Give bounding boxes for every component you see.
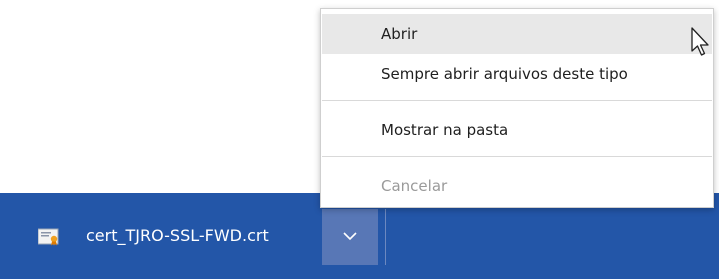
bar-divider (385, 209, 386, 265)
context-menu: Abrir Sempre abrir arquivos deste tipo M… (320, 8, 714, 208)
menu-item-open[interactable]: Abrir (322, 14, 712, 54)
menu-item-label: Sempre abrir arquivos deste tipo (381, 65, 628, 83)
menu-item-show-in-folder[interactable]: Mostrar na pasta (322, 110, 712, 150)
download-options-button[interactable] (322, 209, 378, 265)
chevron-down-icon (343, 232, 357, 241)
menu-separator (322, 156, 712, 157)
download-filename: cert_TJRO-SSL-FWD.crt (86, 226, 269, 245)
mouse-pointer-icon (691, 27, 711, 61)
menu-item-label: Cancelar (381, 177, 448, 195)
download-item[interactable]: cert_TJRO-SSL-FWD.crt (0, 193, 320, 279)
menu-item-always-open[interactable]: Sempre abrir arquivos deste tipo (322, 54, 712, 94)
menu-item-cancel: Cancelar (322, 166, 712, 206)
certificate-file-icon (37, 228, 62, 246)
menu-separator (322, 100, 712, 101)
menu-item-label: Abrir (381, 25, 418, 43)
menu-item-label: Mostrar na pasta (381, 121, 509, 139)
